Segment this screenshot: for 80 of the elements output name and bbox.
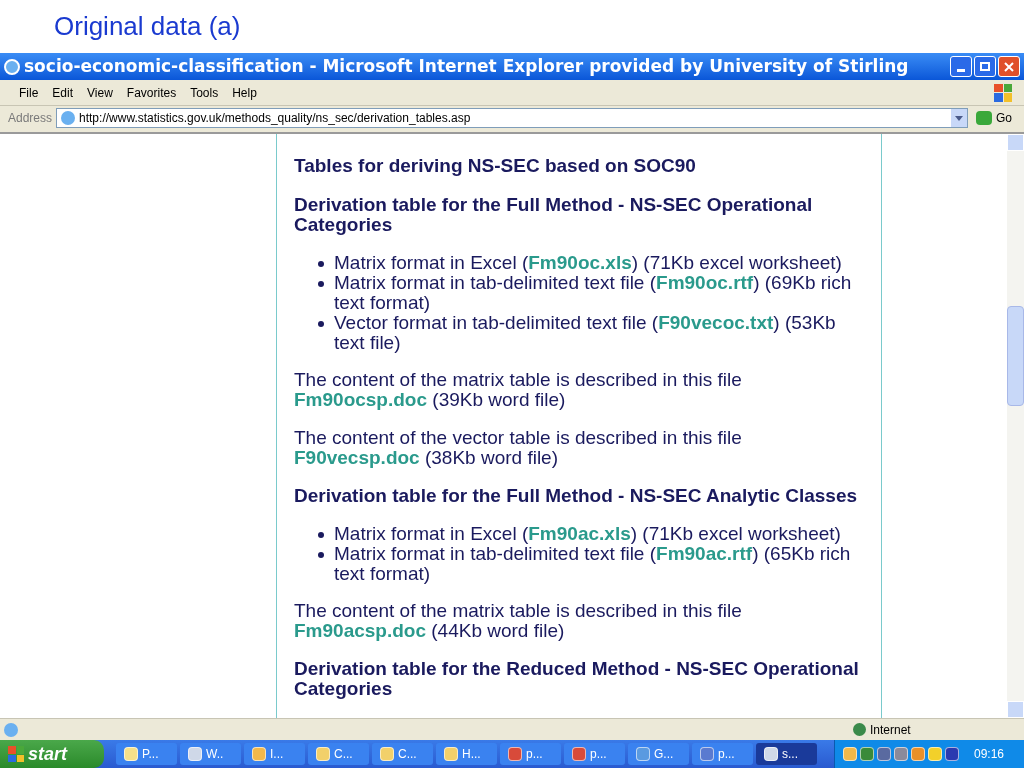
menu-item[interactable]: Edit bbox=[45, 83, 81, 102]
app-icon bbox=[444, 747, 458, 761]
taskbar-button[interactable]: C... bbox=[372, 743, 433, 765]
close-button[interactable] bbox=[998, 56, 1020, 77]
app-icon bbox=[124, 747, 138, 761]
tray-icon bbox=[843, 747, 857, 761]
scrollbar[interactable] bbox=[1007, 134, 1024, 718]
app-icon bbox=[188, 747, 202, 761]
section-heading: Derivation table for the Full Method - NS-SEC Analytic Classes bbox=[294, 486, 859, 506]
menu-item[interactable]: Help bbox=[225, 83, 264, 102]
page-icon bbox=[4, 722, 18, 737]
section-heading: Derivation table for the Full Method - NS-SEC Operational Categories bbox=[294, 195, 814, 235]
taskbar-button[interactable]: s... bbox=[756, 743, 817, 765]
file-link[interactable]: Fm90acsp.doc bbox=[294, 620, 426, 641]
list-item: Vector format in tab-delimited text file (F90vecoc.txt) (53Kb text file) bbox=[334, 313, 837, 353]
menu-item[interactable]: View bbox=[80, 83, 120, 102]
app-icon bbox=[764, 747, 778, 761]
paragraph: The content of the vector table is described in this file F90vecsp.doc (38Kb word file) bbox=[294, 428, 743, 468]
page-heading: Tables for deriving NS-SEC based on SOC90 bbox=[294, 156, 697, 176]
app-icon bbox=[252, 747, 266, 761]
window-title: socio-economic-classification - Microsoft Internet Explorer provided by University of Stirling bbox=[24, 54, 910, 78]
app-icon bbox=[508, 747, 522, 761]
taskbar-button[interactable]: p... bbox=[500, 743, 561, 765]
file-link[interactable]: Fm90oc.rtf bbox=[656, 272, 754, 293]
list-item: Matrix format in tab-delimited text file (Fm90oc.rtf) (69Kb rich text format) bbox=[334, 273, 853, 313]
app-icon bbox=[380, 747, 394, 761]
start-button[interactable]: start bbox=[0, 740, 104, 768]
tray-icon bbox=[894, 747, 908, 761]
taskbar-button[interactable]: p... bbox=[692, 743, 753, 765]
taskbar-button[interactable]: C... bbox=[308, 743, 369, 765]
taskbar-button[interactable]: p... bbox=[564, 743, 625, 765]
file-link[interactable]: Fm90ac.xls bbox=[528, 523, 631, 544]
taskbar-button[interactable]: W.. bbox=[180, 743, 241, 765]
page-icon bbox=[61, 111, 76, 125]
list-item: Matrix format in Excel (Fm90oc.xls) (71Kb excel worksheet) bbox=[334, 253, 842, 273]
tray-icon bbox=[911, 747, 925, 761]
taskbar-button[interactable]: I... bbox=[244, 743, 305, 765]
taskbar-button[interactable]: G... bbox=[628, 743, 689, 765]
app-icon bbox=[316, 747, 330, 761]
bullet-icon bbox=[318, 552, 324, 558]
minimize-button[interactable] bbox=[950, 56, 972, 77]
tray-icon bbox=[945, 747, 959, 761]
globe-icon bbox=[853, 723, 866, 736]
tray-icon bbox=[928, 747, 942, 761]
list-item: Matrix format in tab-delimited text file (Fm90ac.rtf) (65Kb rich text format) bbox=[334, 544, 852, 584]
bullet-icon bbox=[318, 261, 324, 267]
menu-item[interactable]: Favorites bbox=[119, 83, 184, 102]
app-icon bbox=[572, 747, 586, 761]
slide-title: Original data (a) bbox=[54, 10, 241, 43]
ie-icon bbox=[4, 58, 20, 75]
file-link[interactable]: Fm90ac.rtf bbox=[656, 543, 753, 564]
file-link[interactable]: Fm90oc.xls bbox=[528, 252, 632, 273]
bullet-icon bbox=[318, 532, 324, 538]
tray-icon bbox=[877, 747, 891, 761]
taskbar-button[interactable]: P... bbox=[116, 743, 177, 765]
address-label: Address bbox=[8, 110, 53, 127]
bullet-icon bbox=[318, 321, 324, 327]
taskbar-button[interactable]: H... bbox=[436, 743, 497, 765]
address-field[interactable]: http://www.statistics.gov.uk/methods_quality/ns_sec/derivation_tables.asp bbox=[56, 108, 968, 128]
paragraph: The content of the matrix table is described in this file Fm90acsp.doc (44Kb word file) bbox=[294, 601, 743, 641]
app-icon bbox=[636, 747, 650, 761]
bullet-icon bbox=[318, 281, 324, 287]
app-icon bbox=[700, 747, 714, 761]
close-icon bbox=[1004, 61, 1014, 72]
restore-button[interactable] bbox=[974, 56, 996, 77]
menu-item[interactable]: Tools bbox=[183, 83, 226, 102]
file-link[interactable]: Fm90ocsp.doc bbox=[294, 389, 428, 410]
zone-label: Internet bbox=[870, 721, 912, 739]
section-heading: Derivation table for the Reduced Method - NS-SEC Operational Categories bbox=[294, 659, 860, 699]
tray-icon bbox=[860, 747, 874, 761]
file-link[interactable]: F90vecsp.doc bbox=[294, 447, 420, 468]
windows-logo-icon bbox=[994, 83, 1012, 102]
list-item: Matrix format in Excel (Fm90ac.xls) (71Kb excel worksheet) bbox=[334, 524, 841, 544]
clock: 09:16 bbox=[974, 746, 1005, 763]
paragraph: The content of the matrix table is described in this file Fm90ocsp.doc (39Kb word file) bbox=[294, 370, 743, 410]
dropdown-icon[interactable] bbox=[951, 109, 967, 127]
menu-item[interactable]: File bbox=[12, 83, 46, 102]
windows-logo-icon bbox=[8, 746, 24, 762]
file-link[interactable]: F90vecoc.txt bbox=[658, 312, 774, 333]
go-button[interactable]: Go bbox=[972, 109, 1016, 127]
